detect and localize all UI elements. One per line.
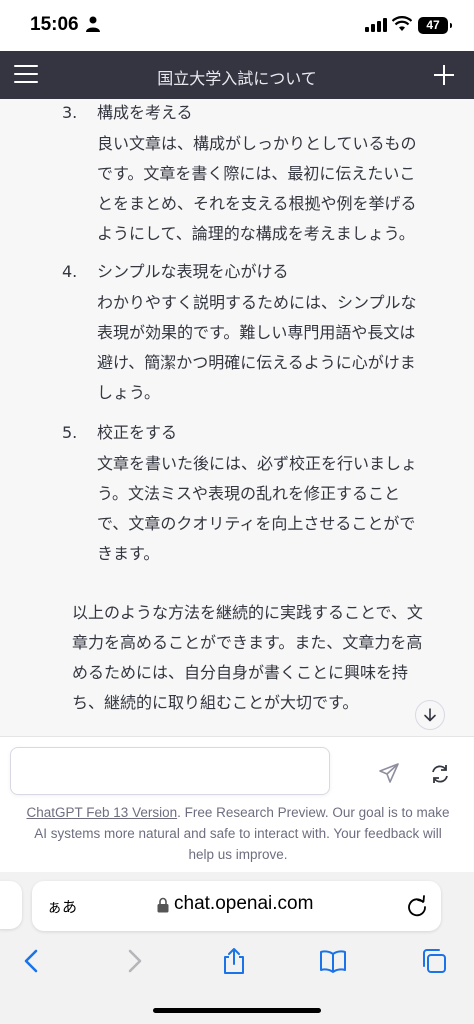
body-line: う。文法ミスや表現の乱れを修正すること xyxy=(97,484,401,503)
body-line: 良い文章は、構成がしっかりとしているもの xyxy=(97,134,417,153)
plus-icon[interactable] xyxy=(432,63,456,87)
list-item-title: 校正をする xyxy=(97,423,178,442)
body-line: 避け、簡潔かつ明確に伝えるように心がけま xyxy=(97,353,416,372)
wifi-icon xyxy=(392,16,412,31)
scroll-to-bottom-button[interactable] xyxy=(415,700,445,730)
body-line: 表現が効果的です。難しい専門用語や長文は xyxy=(97,323,416,342)
battery-indicator: 47 xyxy=(418,17,452,34)
refresh-icon[interactable] xyxy=(428,762,452,786)
conversation-area: 3. 構成を考える 良い文章は、構成がしっかりとしているもの です。文章を書く際… xyxy=(0,99,474,736)
summary-line: ち、継続的に取り組むことが大切です。 xyxy=(72,693,359,712)
previous-tab-preview[interactable] xyxy=(0,881,22,929)
lock-icon xyxy=(157,897,169,913)
body-line: 文章を書いた後には、必ず校正を行いましょ xyxy=(97,454,418,473)
list-number: 5. xyxy=(62,423,78,442)
body-line: です。文章を書く際には、最初に伝えたいこ xyxy=(97,164,416,183)
body-line: とをまとめ、それを支える根拠や例を挙げる xyxy=(97,194,417,213)
conversation-title: 国立大学入試について xyxy=(157,69,317,88)
list-item-title: 構成を考える xyxy=(97,103,193,122)
summary-paragraph: 以上のような方法を継続的に実践することで、文 章力を高めることができます。また、… xyxy=(72,598,423,718)
body-line: ようにして、論理的な構成を考えましょう。 xyxy=(97,224,415,243)
footer-text: . Free Research Preview. Our goal is to … xyxy=(177,805,450,820)
home-indicator xyxy=(153,1008,321,1013)
page-settings-button[interactable]: ぁあ xyxy=(47,896,77,917)
body-line: しょう。 xyxy=(97,383,161,402)
share-icon[interactable] xyxy=(220,947,248,975)
arrow-down-icon xyxy=(424,708,436,722)
disclaimer-footer: ChatGPT Feb 13 Version. Free Research Pr… xyxy=(10,802,466,865)
footer-text: help us improve. xyxy=(188,847,288,862)
paper-plane-icon[interactable] xyxy=(378,762,400,784)
body-line: わかりやすく説明するためには、シンプルな xyxy=(97,293,417,312)
summary-line: 以上のような方法を継続的に実践することで、文 xyxy=(72,603,423,622)
list-number: 4. xyxy=(62,262,78,281)
body-line: きます。 xyxy=(97,544,160,563)
cellular-signal-icon xyxy=(365,18,387,32)
reload-icon[interactable] xyxy=(406,895,428,917)
book-icon[interactable] xyxy=(319,947,347,975)
summary-line: めるためには、自分自身が書くことに興味を持 xyxy=(72,663,409,682)
tabs-icon[interactable] xyxy=(420,947,448,975)
address-bar[interactable]: ぁあ chat.openai.com xyxy=(32,881,441,931)
footer-text: AI systems more natural and safe to inte… xyxy=(34,826,442,841)
body-line: で、文章のクオリティを向上させることがで xyxy=(97,514,416,533)
browser-toolbar: ぁあ chat.openai.com xyxy=(0,872,474,1024)
list-number: 3. xyxy=(62,103,78,122)
list-item-body: わかりやすく説明するためには、シンプルな 表現が効果的です。難しい専門用語や長文… xyxy=(97,288,417,408)
message-input[interactable] xyxy=(21,756,295,786)
status-time: 15:06 xyxy=(30,14,79,35)
chevron-left-icon[interactable] xyxy=(18,947,46,975)
status-bar: 15:06 47 xyxy=(0,0,474,50)
version-link[interactable]: ChatGPT Feb 13 Version xyxy=(27,805,178,820)
person-icon xyxy=(86,16,100,32)
url-text: chat.openai.com xyxy=(174,893,314,914)
list-item-title: シンプルな表現を心がける xyxy=(97,262,289,281)
list-item-body: 良い文章は、構成がしっかりとしているもの です。文章を書く際には、最初に伝えたい… xyxy=(97,129,417,249)
app-header: 国立大学入試について xyxy=(0,51,474,99)
chevron-right-icon[interactable] xyxy=(120,947,148,975)
summary-line: 章力を高めることができます。また、文章力を高 xyxy=(72,633,423,652)
list-item-body: 文章を書いた後には、必ず校正を行いましょ う。文法ミスや表現の乱れを修正すること… xyxy=(97,449,417,569)
message-input-box[interactable] xyxy=(10,747,330,795)
